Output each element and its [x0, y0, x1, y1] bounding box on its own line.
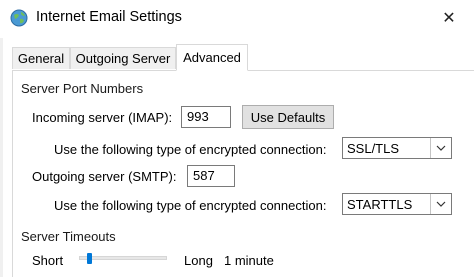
tab-advanced[interactable]: Advanced: [176, 44, 248, 71]
outgoing-encryption-select[interactable]: STARTTLS: [342, 193, 452, 215]
advanced-tab-panel: Server Port Numbers Incoming server (IMA…: [12, 70, 474, 277]
server-port-numbers-heading: Server Port Numbers: [21, 81, 144, 96]
chevron-down-icon[interactable]: [430, 138, 451, 158]
outgoing-encryption-label: Use the following type of encrypted conn…: [54, 198, 327, 213]
close-icon: ✕: [442, 10, 456, 27]
incoming-encryption-select[interactable]: SSL/TLS: [342, 137, 452, 159]
window-title: Internet Email Settings: [36, 9, 182, 25]
background-window-edge: [0, 38, 3, 277]
tab-outgoing-server[interactable]: Outgoing Server: [70, 47, 176, 69]
chevron-down-icon[interactable]: [430, 194, 451, 214]
close-button[interactable]: ✕: [436, 6, 462, 30]
server-timeouts-heading: Server Timeouts: [21, 229, 116, 244]
outgoing-encryption-value: STARTTLS: [347, 197, 413, 212]
timeout-slider-thumb[interactable]: [87, 253, 93, 264]
incoming-server-label: Incoming server (IMAP):: [32, 110, 173, 125]
incoming-encryption-value: SSL/TLS: [347, 141, 400, 156]
incoming-encryption-label: Use the following type of encrypted conn…: [54, 142, 327, 157]
timeout-value: 1 minute: [224, 253, 274, 268]
incoming-port-input[interactable]: 993: [181, 106, 231, 128]
timeout-long-label: Long: [184, 253, 213, 268]
timeout-short-label: Short: [32, 253, 64, 268]
title-bar: Internet Email Settings ✕: [0, 0, 474, 38]
globe-icon: [10, 9, 28, 27]
outgoing-server-label: Outgoing server (SMTP):: [32, 169, 177, 184]
tab-general[interactable]: General: [12, 47, 70, 69]
outgoing-port-input[interactable]: 587: [187, 165, 235, 187]
use-defaults-button[interactable]: Use Defaults: [242, 105, 334, 129]
internet-email-settings-dialog: Internet Email Settings ✕ General Outgoi…: [0, 0, 474, 277]
timeout-slider-track[interactable]: [79, 256, 167, 260]
